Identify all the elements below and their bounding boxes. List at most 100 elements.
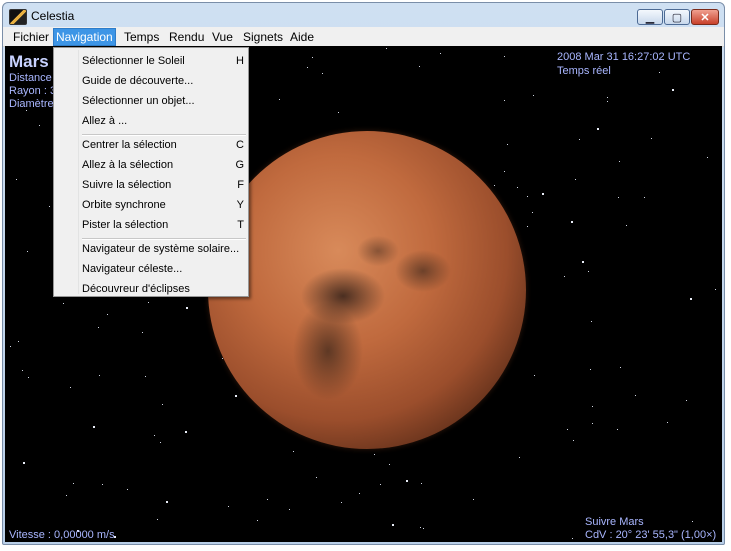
star bbox=[626, 225, 627, 226]
navigation-menu-item[interactable]: Orbite synchrone Y bbox=[82, 196, 248, 214]
star bbox=[293, 451, 294, 452]
mars-planet[interactable] bbox=[208, 131, 526, 449]
star bbox=[690, 298, 692, 300]
star bbox=[142, 332, 143, 333]
star bbox=[592, 423, 593, 424]
star bbox=[22, 370, 23, 371]
menu-vue[interactable]: Vue bbox=[210, 29, 235, 45]
menu-item-label: Allez à ... bbox=[82, 115, 128, 127]
menu-item-shortcut: H bbox=[236, 55, 244, 67]
distance-readout: Distance bbox=[9, 72, 52, 84]
star bbox=[592, 406, 593, 407]
star bbox=[316, 477, 317, 478]
star bbox=[573, 440, 574, 441]
menu-fichier[interactable]: Fichier bbox=[11, 29, 51, 45]
star bbox=[564, 276, 565, 277]
star bbox=[267, 499, 268, 500]
menu-item-label: Suivre la sélection bbox=[82, 179, 172, 191]
menu-aide[interactable]: Aide bbox=[288, 29, 316, 45]
star bbox=[289, 509, 290, 510]
star bbox=[534, 375, 535, 376]
star bbox=[590, 369, 591, 370]
navigation-menu-item[interactable]: Allez à ... bbox=[82, 112, 248, 130]
star bbox=[127, 489, 128, 490]
star bbox=[575, 179, 576, 180]
star bbox=[686, 400, 687, 401]
star bbox=[27, 251, 28, 252]
star bbox=[420, 527, 421, 528]
star bbox=[591, 321, 592, 322]
star bbox=[572, 538, 573, 539]
star bbox=[532, 212, 533, 213]
star bbox=[102, 484, 103, 485]
navigation-menu-item[interactable]: Pister la sélection T bbox=[82, 216, 248, 234]
field-of-view-readout: CdV : 20° 23' 55,3" (1,00×) bbox=[585, 529, 717, 541]
window-title: Celestia bbox=[31, 9, 75, 23]
menu-item-label: Sélectionner le Soleil bbox=[82, 55, 185, 67]
menu-icon-gutter bbox=[78, 50, 79, 294]
diameter-readout: Diamètre bbox=[9, 98, 54, 110]
star bbox=[392, 524, 394, 526]
star bbox=[307, 67, 308, 68]
menu-item-label: Sélectionner un objet... bbox=[82, 95, 195, 107]
navigation-menu-item[interactable]: Découvreur d'éclipses bbox=[82, 280, 248, 298]
star bbox=[473, 499, 474, 500]
star bbox=[715, 289, 716, 290]
star bbox=[157, 519, 158, 520]
star bbox=[322, 73, 323, 74]
star bbox=[667, 422, 668, 423]
star bbox=[617, 429, 618, 430]
star bbox=[619, 161, 620, 162]
star bbox=[618, 197, 619, 198]
navigation-menu-item[interactable]: Centrer la sélection C bbox=[82, 136, 248, 154]
star bbox=[588, 271, 589, 272]
navigation-menu-item[interactable]: Suivre la sélection F bbox=[82, 176, 248, 194]
star bbox=[571, 221, 573, 223]
menu-item-label: Allez à la sélection bbox=[82, 159, 174, 171]
star bbox=[166, 501, 168, 503]
celestia-window: Celestia ▁ ▢ ✕ Fichier Navigation Temps … bbox=[2, 2, 725, 545]
star bbox=[651, 138, 652, 139]
star bbox=[18, 341, 19, 342]
menu-item-shortcut: C bbox=[236, 139, 244, 151]
menu-item-shortcut: F bbox=[237, 179, 244, 191]
menu-temps[interactable]: Temps bbox=[122, 29, 161, 45]
star bbox=[419, 66, 420, 67]
star bbox=[519, 457, 520, 458]
star bbox=[186, 307, 188, 309]
star bbox=[73, 483, 74, 484]
star bbox=[374, 454, 375, 455]
navigation-menu-item[interactable]: Navigateur céleste... bbox=[82, 260, 248, 278]
navigation-menu-item[interactable]: Sélectionner un objet... bbox=[82, 92, 248, 110]
star bbox=[145, 376, 146, 377]
star bbox=[542, 193, 544, 195]
star bbox=[16, 179, 17, 180]
menu-item-label: Navigateur céleste... bbox=[82, 263, 183, 275]
star bbox=[228, 506, 229, 507]
star bbox=[380, 484, 381, 485]
star bbox=[66, 495, 67, 496]
celestia-app-icon[interactable] bbox=[9, 9, 27, 25]
navigation-menu-item[interactable]: Sélectionner le Soleil H bbox=[82, 52, 248, 70]
star bbox=[533, 95, 534, 96]
navigation-menu-item[interactable]: Guide de découverte... bbox=[82, 72, 248, 90]
menu-item-label: Centrer la sélection bbox=[82, 139, 177, 151]
star bbox=[235, 395, 237, 397]
star bbox=[312, 57, 313, 58]
speed-readout: Vitesse : 0,00000 m/s bbox=[9, 529, 115, 541]
star bbox=[28, 377, 29, 378]
title-bar[interactable]: Celestia ▁ ▢ ✕ bbox=[3, 3, 724, 29]
navigation-menu-item[interactable]: Allez à la sélection G bbox=[82, 156, 248, 174]
menu-item-shortcut: Y bbox=[236, 199, 244, 211]
star bbox=[440, 53, 441, 54]
star bbox=[107, 314, 108, 315]
maximize-button[interactable]: ▢ bbox=[664, 9, 690, 25]
star bbox=[527, 226, 528, 227]
close-button[interactable]: ✕ bbox=[691, 9, 719, 25]
menu-navigation[interactable]: Navigation bbox=[53, 28, 116, 46]
menu-rendu[interactable]: Rendu bbox=[167, 29, 206, 45]
navigation-menu-item[interactable]: Navigateur de système solaire... bbox=[82, 240, 248, 258]
minimize-button[interactable]: ▁ bbox=[637, 9, 663, 25]
menu-item-label: Orbite synchrone bbox=[82, 199, 166, 211]
menu-signets[interactable]: Signets bbox=[241, 29, 285, 45]
